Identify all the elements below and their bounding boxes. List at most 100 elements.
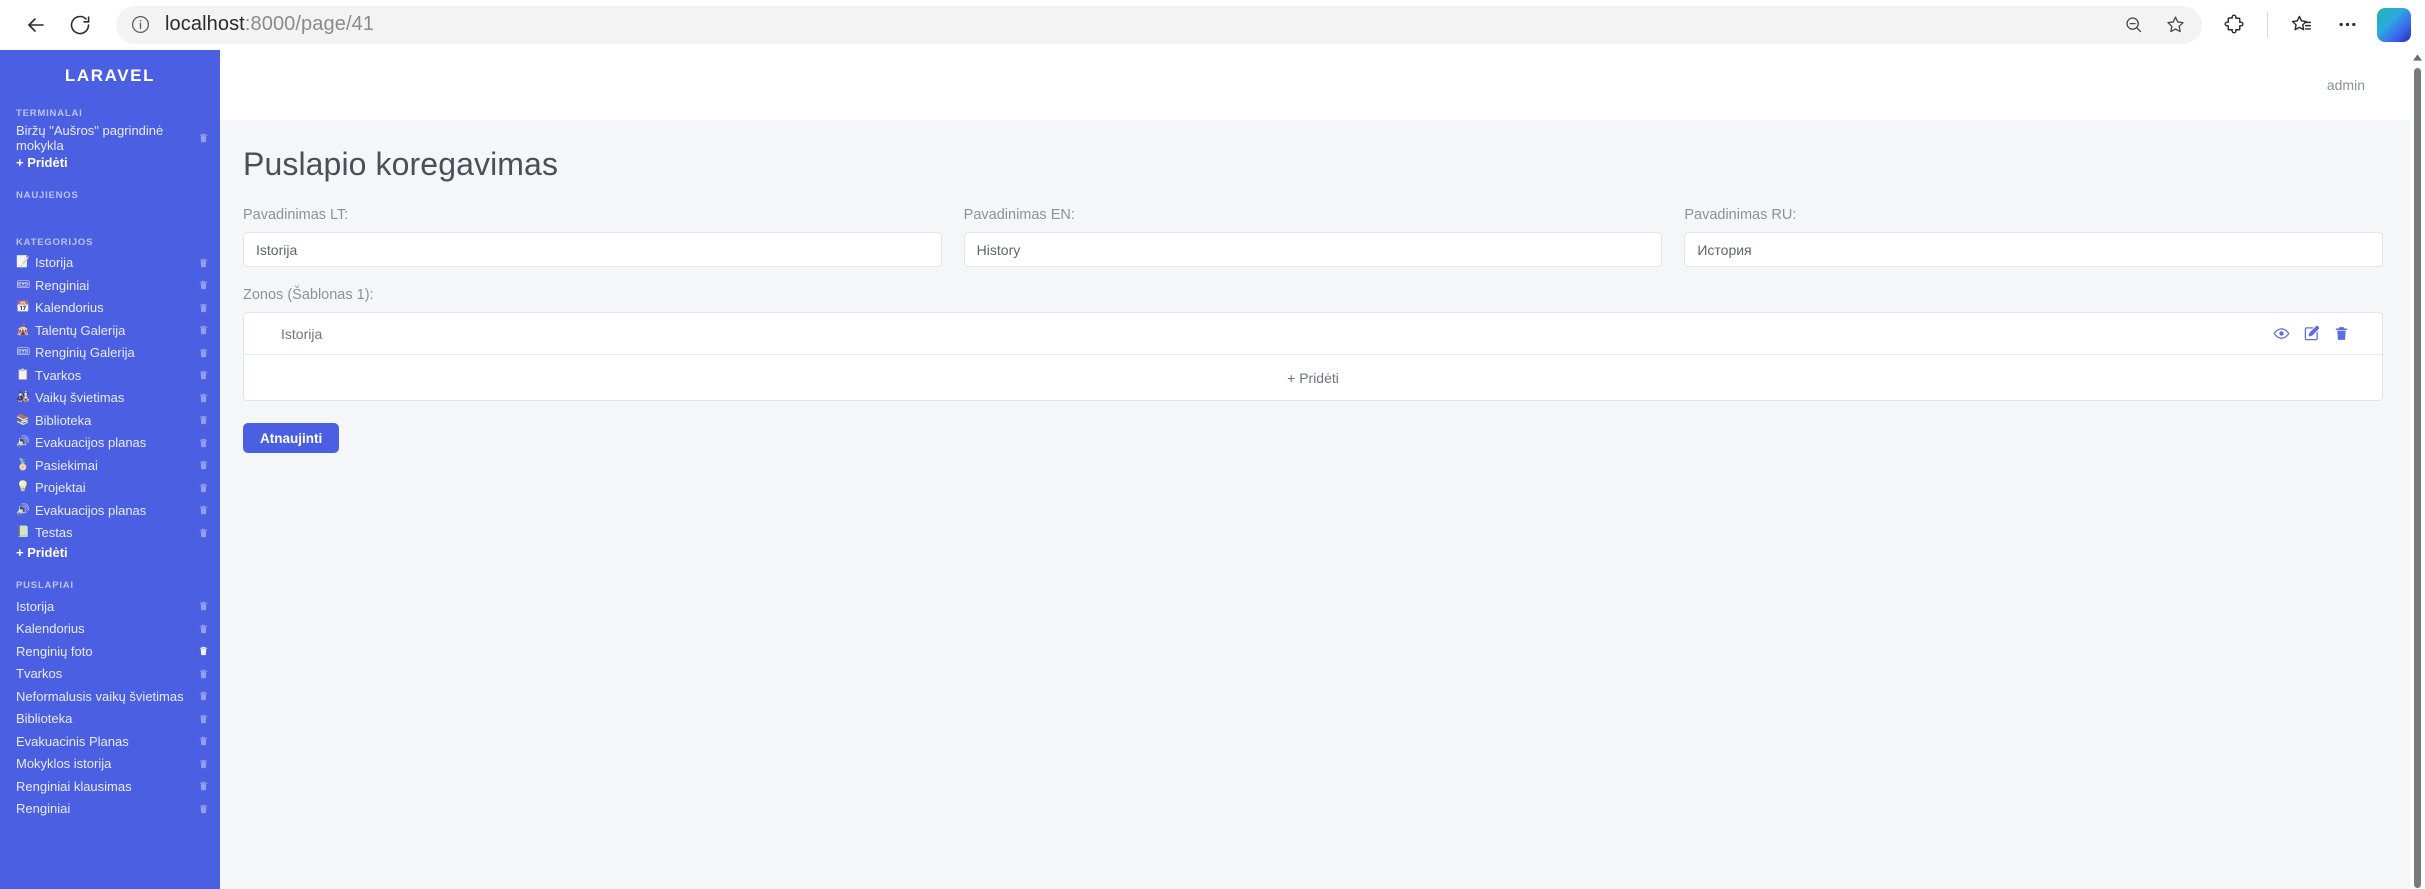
zone-actions	[2273, 325, 2350, 342]
trash-icon[interactable]	[197, 599, 210, 613]
sidebar-item[interactable]: Istorija	[0, 595, 220, 618]
sidebar-item[interactable]: 🎟Renginių Galerija	[0, 342, 220, 365]
sidebar-item-label: Renginiai	[35, 278, 197, 293]
sidebar-item-icon: 📝	[16, 256, 31, 269]
sidebar-item[interactable]: 🏅Pasiekimai	[0, 454, 220, 477]
zone-rows: Istorija	[244, 313, 2382, 355]
sidebar-item-label: Istorija	[16, 599, 197, 614]
trash-icon[interactable]	[197, 301, 210, 315]
sidebar-item-icon: 🏅	[16, 459, 31, 472]
trash-icon[interactable]	[197, 712, 210, 726]
form-field-label: Pavadinimas LT:	[243, 207, 942, 223]
zone-add-button[interactable]: + Pridėti	[244, 355, 2382, 400]
sidebar-item-label: Istorija	[35, 255, 197, 270]
sidebar-item[interactable]: Kalendorius	[0, 618, 220, 641]
trash-icon[interactable]	[197, 368, 210, 382]
sidebar-item[interactable]: 🔊Evakuacijos planas	[0, 499, 220, 522]
sidebar-spacer	[0, 563, 220, 574]
sidebar-item-label: Tvarkos	[16, 666, 197, 681]
star-icon	[2165, 14, 2186, 35]
collections-button[interactable]	[2279, 3, 2323, 47]
settings-more-button[interactable]	[2325, 3, 2369, 47]
update-button[interactable]: Atnaujinti	[243, 423, 339, 453]
trash-icon[interactable]	[197, 346, 210, 360]
sidebar-item[interactable]: 💡Projektai	[0, 477, 220, 500]
topbar: admin	[220, 50, 2425, 120]
brand-logo[interactable]: LARAVEL	[0, 50, 220, 102]
trash-icon[interactable]	[2333, 325, 2350, 342]
trash-icon[interactable]	[197, 278, 210, 292]
sidebar-item[interactable]: 🎎Vaikų švietimas	[0, 387, 220, 410]
scrollbar-thumb[interactable]	[2414, 68, 2421, 888]
sidebar: LARAVEL TERMINALAIBiržų "Aušros" pagrind…	[0, 50, 220, 889]
sidebar-item-icon: 📅	[16, 301, 31, 314]
title-fields-row: Pavadinimas LT:Pavadinimas EN:Pavadinima…	[243, 207, 2383, 267]
sidebar-item[interactable]: Evakuacinis Planas	[0, 730, 220, 753]
sidebar-item[interactable]: Renginiai	[0, 798, 220, 821]
sidebar-item[interactable]: Renginiai klausimas	[0, 775, 220, 798]
trash-icon[interactable]	[197, 131, 210, 145]
trash-icon[interactable]	[197, 256, 210, 270]
sidebar-item-label: Evakuacijos planas	[35, 435, 197, 450]
sidebar-item[interactable]: Biržų "Aušros" pagrindinė mokykla	[0, 123, 220, 154]
trash-icon[interactable]	[197, 526, 210, 540]
back-button[interactable]	[14, 3, 58, 47]
sidebar-item[interactable]: 📚Biblioteka	[0, 409, 220, 432]
zones-label: Zonos (Šablonas 1):	[243, 287, 2383, 303]
trash-icon[interactable]	[197, 458, 210, 472]
user-menu[interactable]: admin	[2327, 77, 2365, 93]
trash-icon[interactable]	[197, 436, 210, 450]
trash-icon[interactable]	[197, 481, 210, 495]
trash-icon[interactable]	[197, 391, 210, 405]
info-circle-icon[interactable]	[130, 14, 151, 35]
sidebar-item[interactable]: Mokyklos istorija	[0, 753, 220, 776]
page-scrollbar[interactable]	[2410, 50, 2425, 889]
sidebar-item[interactable]: 🎪Talentų Galerija	[0, 319, 220, 342]
sidebar-item[interactable]: 📋Tvarkos	[0, 364, 220, 387]
extensions-button[interactable]	[2212, 3, 2256, 47]
sidebar-item[interactable]: 🎟Renginiai	[0, 274, 220, 297]
sidebar-item[interactable]: Renginių foto	[0, 640, 220, 663]
sidebar-item[interactable]: 📅 Kalendorius	[0, 297, 220, 320]
trash-icon[interactable]	[197, 413, 210, 427]
sidebar-item[interactable]: Neformalusis vaikų švietimas	[0, 685, 220, 708]
back-arrow-icon	[24, 13, 48, 37]
sidebar-item-icon: 📋	[16, 369, 31, 382]
sidebar-item-label: Projektai	[35, 480, 197, 495]
sidebar-item[interactable]: 📗Testas	[0, 522, 220, 545]
sidebar-item[interactable]: 🔊Evakuacijos planas	[0, 432, 220, 455]
trash-icon[interactable]	[197, 802, 210, 816]
eye-icon[interactable]	[2273, 325, 2290, 342]
sidebar-add-button[interactable]: + Pridėti	[0, 154, 220, 173]
sidebar-item[interactable]: Tvarkos	[0, 663, 220, 686]
sidebar-item-label: Evakuacinis Planas	[16, 734, 197, 749]
trash-icon[interactable]	[197, 779, 210, 793]
sidebar-add-button[interactable]: + Pridėti	[0, 544, 220, 563]
title-input-0[interactable]	[243, 232, 942, 267]
zoom-button[interactable]	[2114, 6, 2152, 44]
trash-icon[interactable]	[197, 622, 210, 636]
sidebar-item[interactable]: Biblioteka	[0, 708, 220, 731]
sidebar-spacer	[0, 205, 220, 231]
trash-icon[interactable]	[197, 757, 210, 771]
address-bar[interactable]: localhost:8000/page/41	[116, 6, 2202, 44]
form-field-label: Pavadinimas EN:	[964, 207, 1663, 223]
trash-icon[interactable]	[197, 667, 210, 681]
add-favorite-button[interactable]	[2156, 6, 2194, 44]
trash-icon[interactable]	[197, 503, 210, 517]
sidebar-sections: TERMINALAIBiržų "Aušros" pagrindinė moky…	[0, 102, 220, 831]
title-input-2[interactable]	[1684, 232, 2383, 267]
title-input-1[interactable]	[964, 232, 1663, 267]
sidebar-item-label: Talentų Galerija	[35, 323, 197, 338]
sidebar-item[interactable]: 📝 Istorija	[0, 252, 220, 275]
sidebar-item-label: Kalendorius	[35, 300, 197, 315]
edit-icon[interactable]	[2303, 325, 2320, 342]
scroll-up-arrow-icon[interactable]	[2410, 50, 2425, 65]
reload-button[interactable]	[58, 3, 102, 47]
page-title: Puslapio koregavimas	[243, 146, 2383, 183]
trash-icon[interactable]	[197, 323, 210, 337]
trash-icon[interactable]	[197, 734, 210, 748]
copilot-icon[interactable]	[2377, 8, 2411, 42]
trash-icon[interactable]	[197, 689, 210, 703]
trash-icon[interactable]	[197, 644, 210, 658]
